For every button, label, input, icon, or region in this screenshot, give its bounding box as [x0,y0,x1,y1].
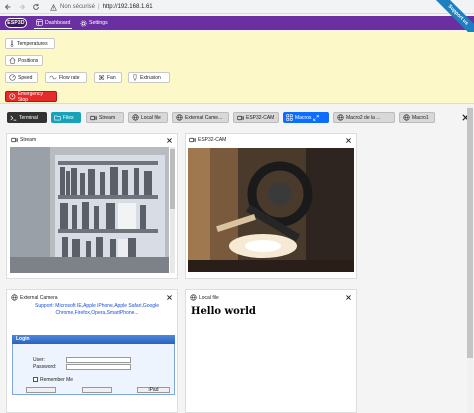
login-button[interactable] [26,387,56,393]
emergency-stop-button[interactable]: Emergency Stop [5,90,57,103]
stream-panel-title: Stream [20,137,37,143]
stream-panel-header: Stream [11,137,36,143]
local-file-heading: Hello world [191,306,256,317]
remember-checkbox[interactable] [33,377,38,382]
url-separator: | [98,4,100,10]
tab-files[interactable]: Files [51,112,81,123]
close-icon[interactable] [166,137,173,144]
gear-icon [80,19,87,27]
tab-esp32-cam-label: ESP32-CAM [246,114,275,121]
address-bar[interactable]: Non sécurisé | http://192.168.1.61 [50,3,153,11]
security-label: Non sécurisé [60,4,96,10]
nav-dashboard[interactable]: Dashboard [34,17,73,29]
tab-macro2[interactable]: Macro2 de la ... [333,112,395,123]
close-icon[interactable] [166,294,173,301]
fan-button[interactable]: Fan [94,72,122,83]
globe-icon [337,114,344,121]
camera-icon [237,115,244,120]
url-text[interactable]: http://192.168.1.61 [103,4,153,10]
tab-files-label: Files [63,114,74,121]
tab-stream-label: Stream [99,114,116,121]
nav-settings-label: Settings [89,20,108,26]
tab-stream[interactable]: Stream [86,112,124,123]
globe-icon [190,294,197,301]
speed-button[interactable]: Speed [5,72,38,83]
tab-external-camera-label: External Came... [185,114,223,121]
back-icon[interactable] [4,3,12,11]
home-icon [9,57,16,64]
camera-icon [11,137,18,143]
close-icon[interactable] [345,137,352,144]
external-camera-title: External Camera [20,294,58,301]
folder-icon [54,115,61,120]
extrusion-button[interactable]: Extrusion [128,72,170,83]
local-file-header: Local file [190,294,219,301]
warning-icon [50,3,57,11]
positions-label: Positions [18,57,39,64]
esp3d-logo[interactable]: ESP3D [5,18,27,28]
tab-macros-label: Macros [295,114,312,121]
extruder-icon [133,74,137,81]
thermometer-icon [10,40,14,47]
expand-icon[interactable] [313,114,320,121]
globe-icon [176,114,183,121]
stop-icon [9,93,16,100]
remember-label: Remember Me [40,377,74,383]
external-support-text: Support: Microsoft IE,Apple iPhone,Apple… [35,303,159,316]
close-icon[interactable] [345,294,352,301]
password-label: Password: [33,364,57,370]
stream-video [10,147,169,273]
nav-dashboard-label: Dashboard [45,19,71,26]
tab-local-file-label: Local file [141,114,161,121]
local-file-title: Local file [199,294,219,301]
flow-rate-label: Flow rate [59,74,80,81]
tab-macro1[interactable]: Macro1 [399,112,435,123]
nav-settings[interactable]: Settings [78,17,110,29]
flow-rate-button[interactable]: Flow rate [45,72,87,83]
reload-icon[interactable] [32,3,40,11]
fan-label: Fan [107,74,116,81]
positions-button[interactable]: Positions [5,55,43,66]
tab-esp32-cam[interactable]: ESP32-CAM [233,112,279,123]
password-input[interactable] [66,364,131,370]
extrusion-label: Extrusion [140,74,161,81]
login-title: Login [12,335,175,344]
user-label: User: [33,357,45,363]
speed-label: Speed [18,74,33,81]
temperatures-button[interactable]: Temperatures [5,38,55,49]
tab-macro1-label: Macro1 [412,114,429,121]
camera-icon [90,115,97,120]
terminal-icon [10,115,17,120]
dashboard-icon [36,19,43,26]
external-camera-header: External Camera [11,294,58,301]
camera-icon [189,137,196,143]
reset-button[interactable] [82,387,112,393]
forward-icon[interactable] [18,3,26,11]
user-input[interactable] [66,357,131,363]
tab-macro2-label: Macro2 de la ... [346,114,381,121]
flow-icon [49,75,57,80]
tab-macros[interactable]: Macros [283,112,329,123]
page-scrollbar[interactable] [467,106,473,413]
fan-icon [98,74,105,81]
emergency-stop-label: Emergency Stop [17,90,43,103]
ipad-button[interactable]: iPad [137,387,170,393]
stream-scrollbar[interactable] [170,147,175,273]
tab-external-camera[interactable]: External Came... [172,112,229,123]
globe-icon [132,114,139,121]
tab-local-file[interactable]: Local file [128,112,168,123]
globe-icon [11,294,18,301]
temperatures-label: Temperatures [17,40,48,47]
tab-terminal-label: Terminal [19,114,38,121]
speed-icon [9,74,16,81]
controls-panel [0,32,474,104]
esp32cam-video [188,148,354,272]
esp32cam-panel-header: ESP32-CAM [189,137,226,143]
grid-icon [286,114,293,121]
esp32cam-panel-title: ESP32-CAM [198,137,227,143]
tab-terminal[interactable]: Terminal [7,112,47,123]
globe-icon [403,114,410,121]
